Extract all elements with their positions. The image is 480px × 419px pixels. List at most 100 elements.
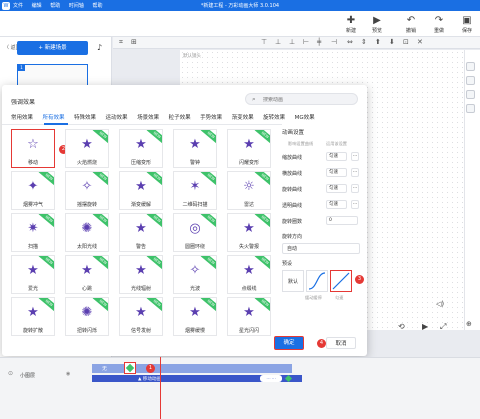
distribute-v-icon[interactable]: ⇕ [361, 38, 367, 46]
align-right-icon[interactable]: ⊣ [331, 38, 337, 46]
effect-card[interactable]: ★ 渐变缓解 NEW [119, 171, 163, 210]
effect-label: 扫描 [27, 244, 38, 250]
opacity-curve-label: 透明曲线 [282, 203, 303, 209]
effect-dialog: 强调效果 ⌕ 常用效果 所有效果 特殊效果 运动效果 场景效果 粒子效果 手势效… [2, 85, 367, 356]
search-icon[interactable]: ⌕ [252, 95, 256, 104]
effect-label: 烟雾冲气 [22, 202, 43, 208]
undo-button[interactable]: ↶ 撤销 [400, 14, 422, 34]
side-tool-2[interactable] [466, 76, 475, 85]
align-bottom-icon[interactable]: ⊥ [289, 38, 295, 46]
tab-special[interactable]: 特殊效果 [74, 113, 96, 123]
distribute-h-icon[interactable]: ⇔ [347, 38, 353, 46]
effect-card[interactable]: ★ 失火警报 NEW [227, 213, 271, 252]
new-button[interactable]: ✚ 新建 [340, 14, 362, 34]
curve-ease-in-out[interactable] [306, 270, 328, 292]
lock-icon[interactable]: ⊡ [403, 38, 409, 46]
undo-icon: ↶ [406, 15, 416, 26]
effect-card[interactable]: ★ 火焰燃烧 NEW [65, 129, 109, 168]
effect-card[interactable]: ✺ 太阳光线 NEW [65, 213, 109, 252]
effect-card[interactable]: ★ 烟雾缓慢 NEW [173, 297, 217, 336]
fullscreen-icon[interactable]: ⤢ [440, 322, 446, 332]
align-center-icon[interactable]: ╪ [317, 38, 321, 46]
tab-gradient[interactable]: 渐变效果 [232, 113, 254, 123]
confirm-button[interactable]: 确定 [274, 336, 304, 350]
effect-card[interactable]: ★ 点缀线 NEW [227, 255, 271, 294]
tab-common[interactable]: 常用效果 [11, 113, 33, 123]
visibility-icon[interactable]: ◉ [66, 371, 70, 377]
search-input[interactable] [263, 96, 353, 103]
play-icon[interactable]: ▶ [422, 322, 428, 331]
effect-card[interactable]: ✷ 扫描 NEW [11, 213, 55, 252]
effect-card[interactable]: ◎ 圆圈环绕 NEW [173, 213, 217, 252]
side-tool-4[interactable] [466, 104, 475, 113]
rotate-curve-select[interactable]: 匀速 [326, 184, 347, 193]
tab-gesture[interactable]: 手势效果 [200, 113, 222, 123]
tab-mg[interactable]: MG效果 [295, 113, 315, 123]
effect-card[interactable]: ★ 星光闪闪 NEW [227, 297, 271, 336]
align-middle-icon[interactable]: ⊥ [275, 38, 281, 46]
effect-card[interactable]: ★ 信号发射 NEW [119, 297, 163, 336]
align-left-icon[interactable]: ⊢ [303, 38, 309, 46]
track-options-icon[interactable]: ⋯ ⋯ [260, 375, 282, 382]
preview-button[interactable]: ▶ 预览 [366, 14, 388, 34]
rotation-count-stepper[interactable]: 0 [326, 216, 358, 225]
redo-button[interactable]: ↷ 重做 [428, 14, 450, 34]
effect-card[interactable]: ✺ 扭转闪烁 NEW [65, 297, 109, 336]
music-note-icon[interactable]: ♪ [94, 42, 105, 54]
tab-scene[interactable]: 场景效果 [137, 113, 159, 123]
effect-label: 太阳光线 [76, 244, 97, 250]
crop-icon[interactable]: ⊞ [131, 38, 137, 46]
opacity-curve-more[interactable]: ··· [351, 200, 359, 209]
effect-card[interactable]: ★ 警钟 NEW [173, 129, 217, 168]
effect-card[interactable]: ★ 压缩变形 NEW [119, 129, 163, 168]
direction-select[interactable]: 自动 [282, 243, 360, 254]
redo-icon: ↷ [434, 15, 444, 26]
effect-card[interactable]: ✦ 烟雾冲气 NEW [11, 171, 55, 210]
tab-rotate[interactable]: 旋转效果 [263, 113, 285, 123]
step-badge-3: 3 [355, 275, 364, 284]
scale-curve-select[interactable]: 匀速 [326, 152, 347, 161]
opacity-curve-select[interactable]: 匀速 [326, 200, 347, 209]
effect-card[interactable]: ☼ 雷达 NEW [227, 171, 271, 210]
translate-curve-select[interactable]: 匀速 [326, 168, 347, 177]
title-bar: W 文件 编辑 帮助 时间轴 帮助 *新建工程 - 万彩动画大师 3.0.104 [0, 0, 480, 11]
search-box: ⌕ [245, 93, 358, 105]
direction-label: 旋转方向 [282, 234, 303, 240]
effect-card[interactable]: ☆ 移动 [11, 129, 55, 168]
scale-curve-more[interactable]: ··· [351, 152, 359, 161]
rewind-icon[interactable]: ⟲ [398, 322, 405, 331]
dialog-title: 强调效果 [11, 99, 36, 106]
delete-icon[interactable]: ✕ [417, 38, 423, 46]
frame-icon[interactable]: ⌗ [119, 38, 123, 47]
cancel-button[interactable]: 取消 [326, 337, 356, 349]
side-tool-1[interactable] [466, 62, 475, 71]
curve-linear[interactable] [330, 270, 352, 292]
effect-card[interactable]: ✧ 光波 NEW [173, 255, 217, 294]
zoom-icon[interactable]: ⊕ [466, 320, 472, 328]
effect-label: 二维码扫描 [182, 202, 208, 208]
align-top-icon[interactable]: ⊤ [261, 38, 267, 46]
tab-all[interactable]: 所有效果 [43, 113, 65, 123]
side-tool-3[interactable] [466, 90, 475, 99]
new-scene-button[interactable]: + 新建场景 [17, 41, 88, 55]
timeline-track[interactable]: 无 [92, 364, 292, 373]
layer-down-icon[interactable]: ⬇ [389, 38, 395, 46]
effect-card[interactable]: ★ 光线辐射 NEW [119, 255, 163, 294]
playhead[interactable] [160, 357, 161, 419]
effect-card[interactable]: ✶ 二维码扫描 NEW [173, 171, 217, 210]
effect-card[interactable]: ★ 心跳 NEW [65, 255, 109, 294]
translate-curve-more[interactable]: ··· [351, 168, 359, 177]
rotate-curve-more[interactable]: ··· [351, 184, 359, 193]
curve-default[interactable]: 默认 [282, 270, 304, 292]
layer-up-icon[interactable]: ⬆ [375, 38, 381, 46]
volume-icon[interactable]: ◁) [436, 300, 444, 308]
tab-particle[interactable]: 粒子效果 [169, 113, 191, 123]
active-tab-indicator [44, 123, 68, 125]
tab-motion[interactable]: 运动效果 [106, 113, 128, 123]
effect-card[interactable]: ✧ 摇摆旋转 NEW [65, 171, 109, 210]
effect-card[interactable]: ★ 闪耀变形 NEW [227, 129, 271, 168]
effect-card[interactable]: ★ 警告 NEW [119, 213, 163, 252]
effect-card[interactable]: ★ 旋转扩散 NEW [11, 297, 55, 336]
effect-card[interactable]: ★ 爱光 NEW [11, 255, 55, 294]
save-button[interactable]: ▣ 保存 [456, 14, 478, 34]
